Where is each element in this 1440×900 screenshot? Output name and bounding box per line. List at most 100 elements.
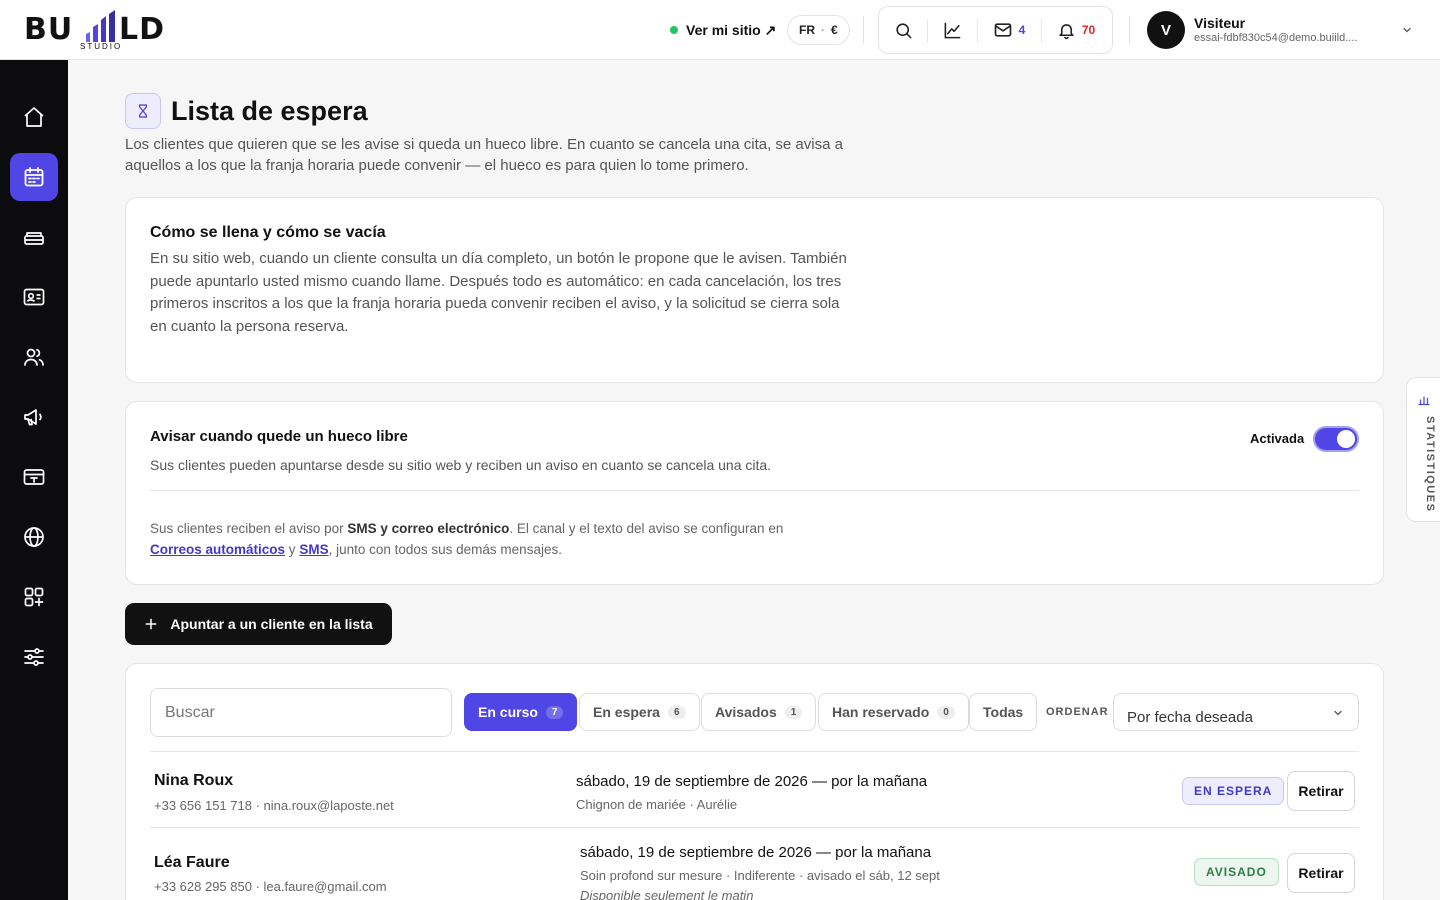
quick-actions: 4 70 bbox=[878, 6, 1113, 54]
statistics-side-tab[interactable]: STATISTIQUES bbox=[1406, 377, 1440, 522]
filter-label: Avisados bbox=[715, 704, 777, 720]
notify-title: Avisar cuando quede un hueco libre bbox=[150, 428, 408, 445]
view-site-link[interactable]: Ver mi sitio ↗ bbox=[670, 20, 776, 40]
currency-label: € bbox=[831, 23, 838, 37]
sidebar-item-settings[interactable] bbox=[10, 633, 58, 681]
notifications-button[interactable]: 70 bbox=[1041, 7, 1111, 53]
filter-count: 7 bbox=[545, 705, 564, 719]
calendar-icon bbox=[24, 167, 44, 187]
filter-waiting[interactable]: En espera 6 bbox=[579, 693, 700, 731]
notify-channel-note: Sus clientes reciben el aviso por SMS y … bbox=[150, 518, 790, 560]
sidebar-item-services[interactable] bbox=[10, 213, 58, 261]
language-currency-selector[interactable]: FR · € bbox=[787, 15, 850, 45]
note-text: . El canal y el texto del aviso se confi… bbox=[509, 521, 784, 536]
table-row[interactable]: Léa Faure +33 628 295 850 · lea.faure@gm… bbox=[150, 828, 1359, 900]
messages-button[interactable]: 4 bbox=[977, 7, 1041, 53]
client-note: Disponible seulement le matin bbox=[580, 888, 754, 900]
toggle-knob bbox=[1337, 430, 1355, 448]
divider bbox=[150, 490, 1359, 491]
filter-label: En curso bbox=[478, 704, 538, 720]
client-name: Léa Faure bbox=[154, 854, 230, 871]
how-it-works-text: En su sitio web, cuando un cliente consu… bbox=[150, 250, 847, 335]
id-card-icon bbox=[23, 288, 45, 306]
requested-date: sábado, 19 de septiembre de 2026 — por l… bbox=[576, 773, 928, 790]
filter-all[interactable]: Todas bbox=[969, 693, 1038, 731]
client-contact: +33 656 151 718 · nina.roux@laposte.net bbox=[154, 798, 394, 813]
avatar: V bbox=[1147, 11, 1185, 49]
megaphone-icon bbox=[24, 409, 42, 426]
filter-count: 0 bbox=[937, 705, 955, 719]
globe-icon bbox=[24, 527, 44, 547]
chevron-down-icon bbox=[1403, 27, 1411, 33]
note-text: Sus clientes reciben el aviso por bbox=[150, 521, 348, 536]
plus-icon bbox=[145, 618, 157, 630]
notify-text: Sus clientes pueden apuntarse desde su s… bbox=[150, 457, 772, 473]
divider bbox=[863, 16, 864, 44]
sidebar-item-marketing[interactable] bbox=[10, 393, 58, 441]
note-channels: SMS y correo electrónico bbox=[347, 521, 510, 536]
view-site-label: Ver mi sitio ↗ bbox=[686, 21, 777, 38]
sort-value: Por fecha deseada bbox=[1127, 709, 1253, 726]
brand-logo[interactable]: BU LD STUDIO bbox=[24, 8, 184, 52]
notifications-count: 70 bbox=[1081, 23, 1096, 37]
remove-button[interactable]: Retirar bbox=[1287, 771, 1355, 811]
waitlist-card: En curso 7 En espera 6 Avisados 1 Han re… bbox=[125, 663, 1384, 900]
bar-chart-icon bbox=[1418, 396, 1430, 406]
logo-subtitle: STUDIO bbox=[80, 42, 123, 51]
sidebar-item-home[interactable] bbox=[10, 93, 58, 141]
language-label: FR bbox=[799, 23, 815, 37]
separator-dot: · bbox=[821, 23, 825, 37]
search-input[interactable] bbox=[150, 688, 452, 737]
main-content: Lista de espera Los clientes que quieren… bbox=[68, 60, 1440, 900]
client-contact: +33 628 295 850 · lea.faure@gmail.com bbox=[154, 879, 387, 894]
search-button[interactable] bbox=[879, 7, 927, 53]
sidebar-item-website[interactable] bbox=[10, 513, 58, 561]
add-client-button[interactable]: Apuntar a un cliente en la lista bbox=[125, 603, 392, 645]
sidebar-item-clients-card[interactable] bbox=[10, 273, 58, 321]
filter-count: 6 bbox=[667, 705, 686, 719]
users-icon bbox=[24, 348, 44, 366]
sidebar-item-apps[interactable] bbox=[10, 573, 58, 621]
payment-card-icon bbox=[23, 469, 45, 485]
user-email: essai-fdbf830c54@demo.buiild.... bbox=[1194, 31, 1358, 44]
hourglass-icon bbox=[139, 104, 147, 118]
messages-count: 4 bbox=[1018, 23, 1026, 37]
mail-icon bbox=[994, 23, 1011, 37]
how-it-works-card: Cómo se llena y cómo se vacía En su siti… bbox=[125, 197, 1384, 383]
filter-in-progress[interactable]: En curso 7 bbox=[464, 693, 578, 731]
requested-service: Chignon de mariée · Aurélie bbox=[576, 797, 738, 812]
note-text: , junto con todos sus demás mensajes. bbox=[328, 542, 562, 557]
statistics-label: STATISTIQUES bbox=[1424, 416, 1436, 513]
status-badge: AVISADO bbox=[1194, 858, 1279, 886]
search-icon bbox=[895, 22, 911, 38]
notify-toggle[interactable] bbox=[1313, 426, 1359, 452]
sidebar-item-calendar[interactable] bbox=[10, 153, 58, 201]
user-menu[interactable]: V Visiteur essai-fdbf830c54@demo.buiild.… bbox=[1147, 10, 1417, 50]
page-icon bbox=[125, 93, 161, 129]
sms-link[interactable]: SMS bbox=[299, 542, 328, 557]
filter-booked[interactable]: Han reservado 0 bbox=[818, 693, 969, 731]
filter-count: 1 bbox=[784, 705, 803, 719]
chart-line-icon bbox=[944, 22, 960, 38]
apps-icon bbox=[24, 587, 44, 607]
sort-label: ORDENAR bbox=[1046, 706, 1109, 718]
filter-label: Han reservado bbox=[832, 704, 930, 720]
status-badge: EN ESPERA bbox=[1182, 777, 1285, 805]
auto-emails-link[interactable]: Correos automáticos bbox=[150, 542, 285, 557]
notify-settings-card: Avisar cuando quede un hueco libre Sus c… bbox=[125, 401, 1384, 585]
filter-label: Todas bbox=[983, 704, 1024, 720]
sidebar-item-payments[interactable] bbox=[10, 453, 58, 501]
bell-icon bbox=[1059, 23, 1074, 39]
table-row[interactable]: Nina Roux +33 656 151 718 · nina.roux@la… bbox=[150, 752, 1359, 830]
sort-select[interactable]: Por fecha deseada bbox=[1113, 693, 1359, 731]
filter-label: En espera bbox=[593, 704, 660, 720]
remove-button[interactable]: Retirar bbox=[1287, 853, 1355, 893]
filter-notified[interactable]: Avisados 1 bbox=[701, 693, 817, 731]
page-title: Lista de espera bbox=[171, 96, 368, 126]
how-it-works-title: Cómo se llena y cómo se vacía bbox=[150, 224, 386, 241]
analytics-button[interactable] bbox=[927, 7, 977, 53]
sidebar-item-team[interactable] bbox=[10, 333, 58, 381]
chevron-down-icon bbox=[1334, 710, 1342, 716]
page-description: Los clientes que quieren que se les avis… bbox=[125, 136, 843, 174]
requested-service: Soin profond sur mesure · Indiferente · … bbox=[580, 868, 940, 883]
